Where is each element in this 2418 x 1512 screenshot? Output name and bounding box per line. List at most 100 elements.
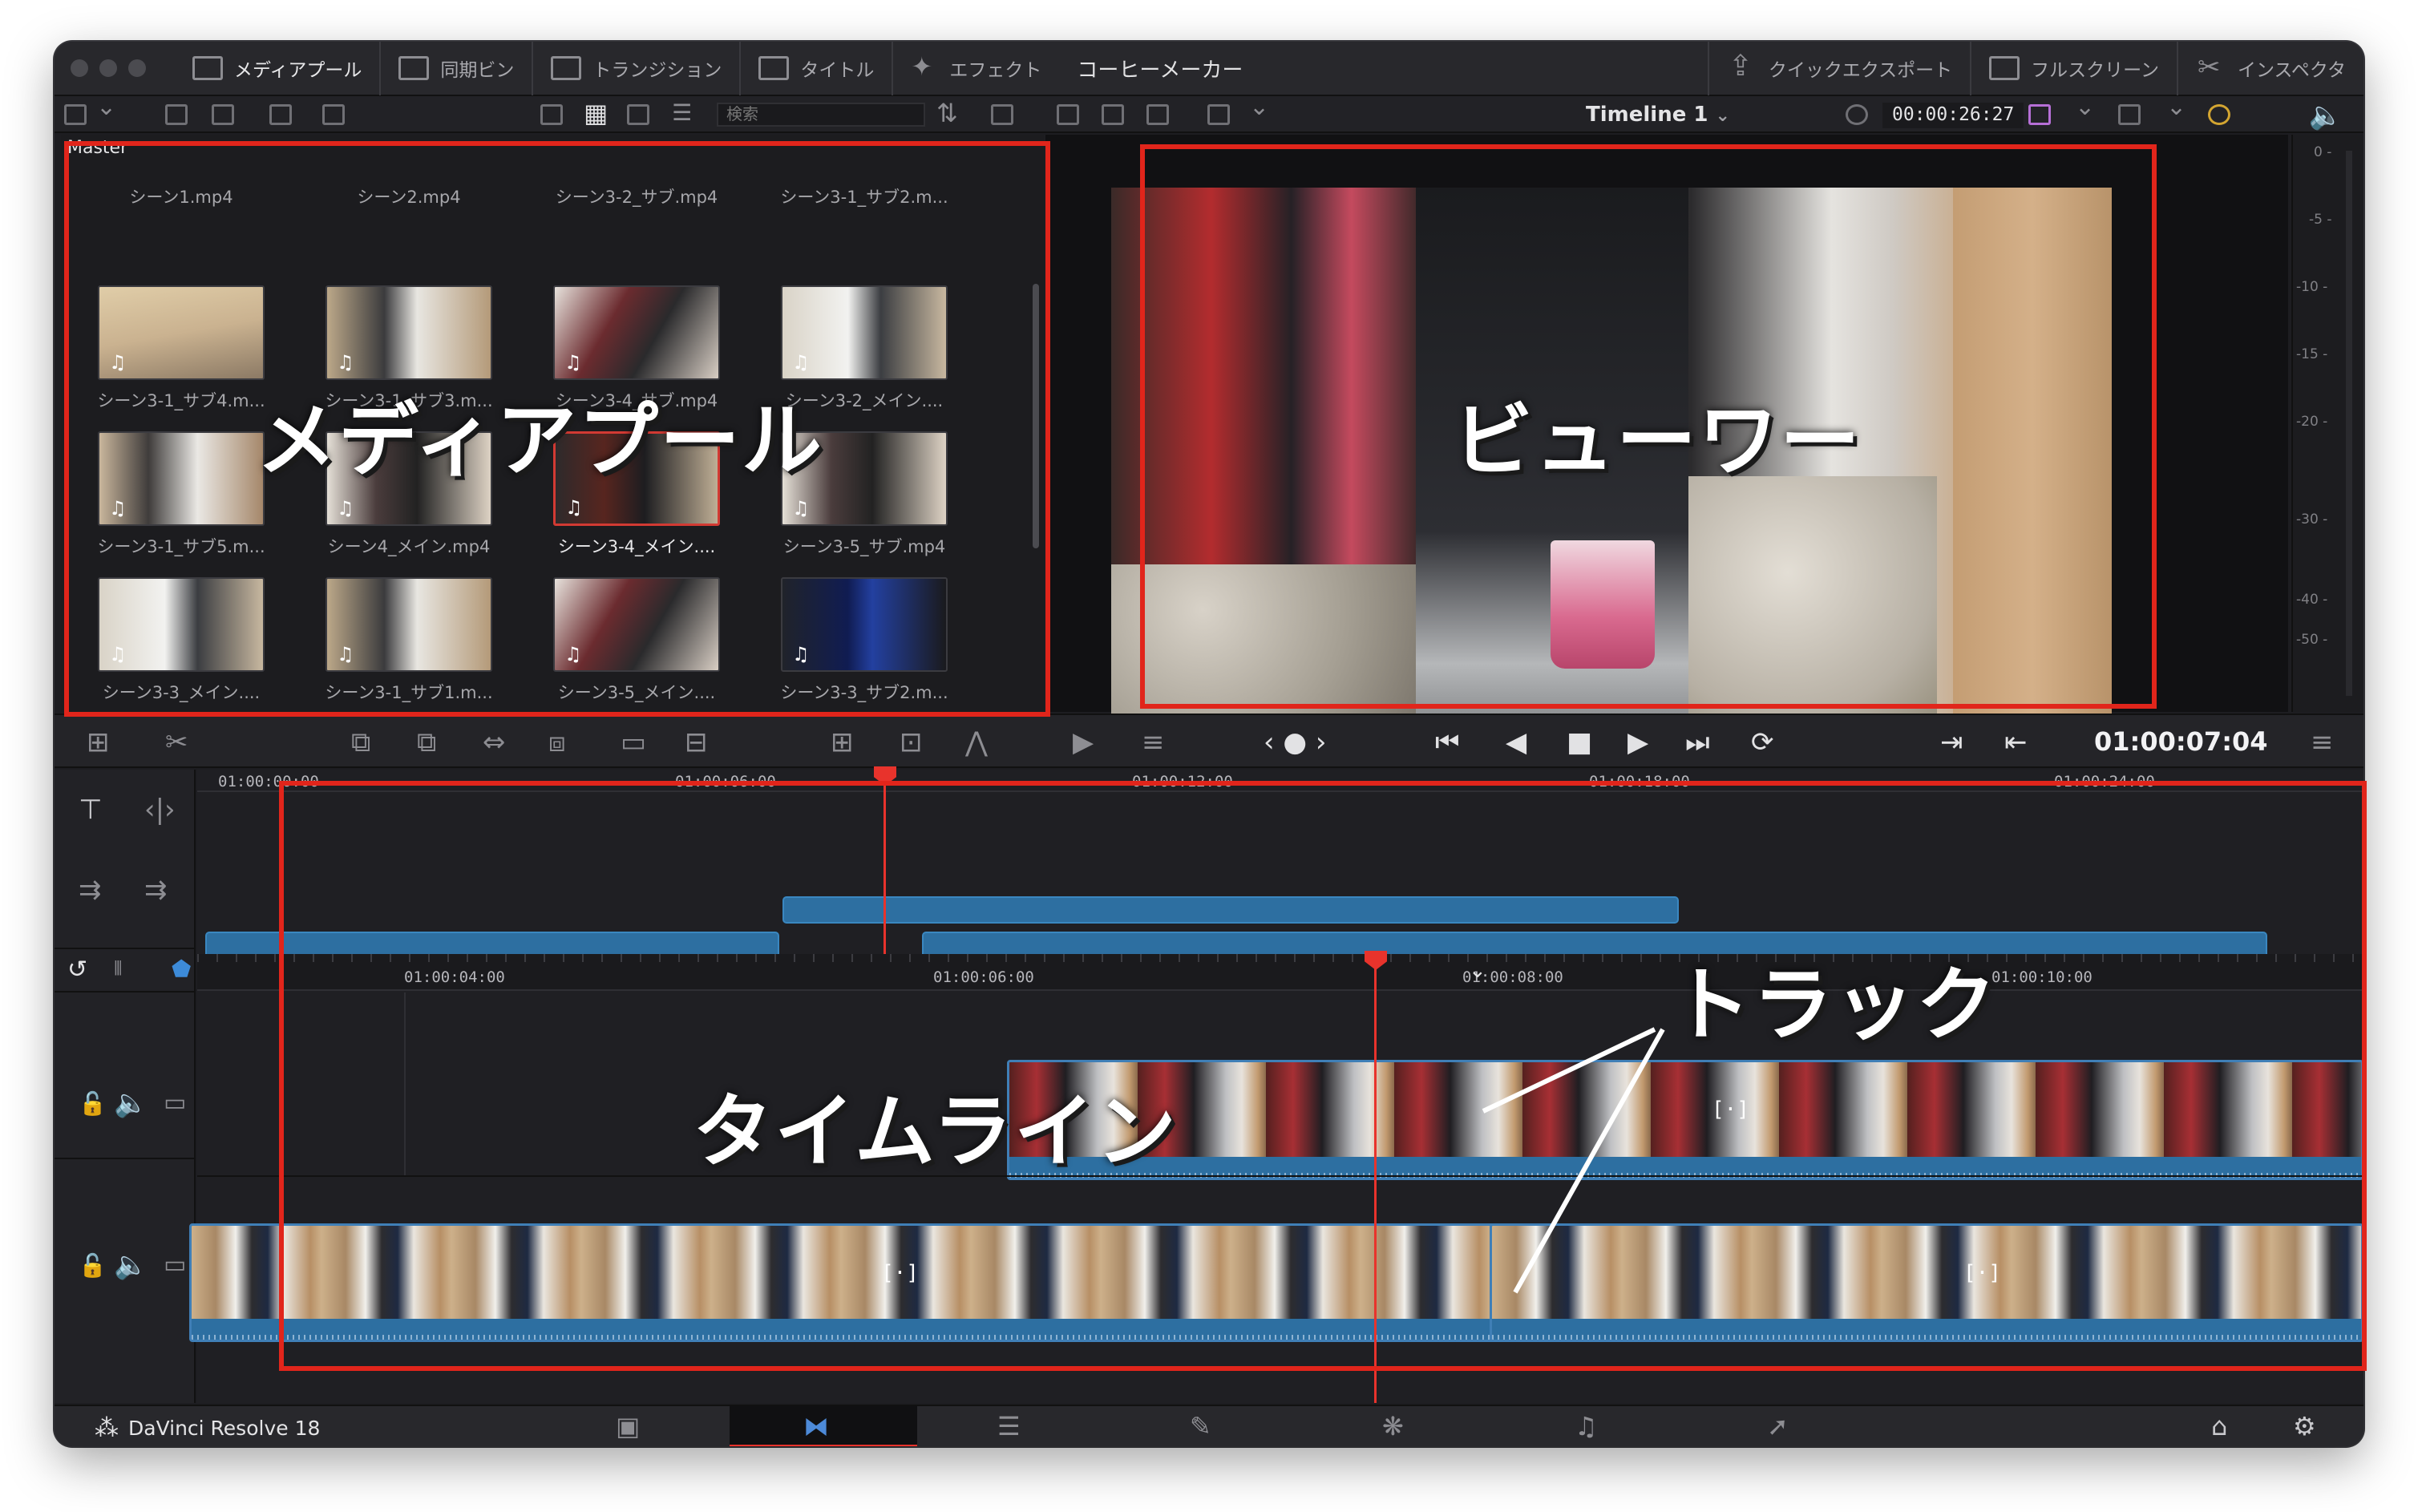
mark-in-icon[interactable]: ⇥	[1940, 726, 1963, 758]
lock-icon[interactable]: 🔓	[79, 1090, 107, 1117]
unlink-icon[interactable]	[322, 104, 345, 125]
export-icon	[1727, 50, 1757, 83]
app-brand: ⁂ DaVinci Resolve 18	[95, 1414, 320, 1442]
chevron-down-icon[interactable]	[2163, 93, 2186, 125]
search-input[interactable]	[717, 103, 925, 127]
titles-toggle[interactable]: タイトル	[741, 42, 894, 95]
deliver-page-icon[interactable]: ➚	[1767, 1411, 1789, 1441]
timeline-selector[interactable]: Timeline 1 ⌄	[1586, 103, 1730, 127]
zoom-detail-icon[interactable]: ‹|›	[144, 794, 176, 826]
edit-page-icon[interactable]: ☰	[997, 1411, 1021, 1441]
close-window-button[interactable]	[71, 59, 88, 77]
timeline-name-label: Timeline 1	[1586, 103, 1708, 127]
sidebar-toggle-icon[interactable]	[64, 104, 87, 125]
chevron-down-icon[interactable]	[1246, 93, 1269, 125]
title-icon	[758, 56, 790, 80]
go-to-end-icon[interactable]: ⏭	[1685, 726, 1710, 758]
speaker-icon[interactable]: 🔈	[114, 1087, 148, 1119]
quick-export-button[interactable]: クイックエクスポート	[1707, 42, 1972, 95]
sync-bin-toggle[interactable]: 同期ビン	[381, 42, 534, 95]
zoom-window-button[interactable]	[128, 59, 146, 77]
snooze-icon[interactable]: ⊞	[87, 726, 110, 758]
thumbnail-view-icon[interactable]	[584, 98, 608, 128]
speaker-icon[interactable]: 🔈	[114, 1249, 148, 1281]
gear-icon[interactable]: ⚙	[2293, 1411, 2316, 1441]
refresh-icon[interactable]	[991, 104, 1013, 125]
track-annotation: トラック	[1671, 958, 1998, 1052]
fullscreen-label: フルスクリーン	[2031, 60, 2159, 81]
timeline-view-options-icon[interactable]: ⊤	[79, 794, 103, 826]
ripple-overwrite-icon[interactable]: ⊟	[685, 726, 708, 758]
color-page-icon[interactable]: ❋	[1382, 1411, 1404, 1441]
fairlight-page-icon[interactable]: ♫	[1575, 1411, 1598, 1441]
video-track-toggle-icon[interactable]: ▭	[164, 1089, 186, 1117]
settings-sliders-icon[interactable]: ≡	[1142, 726, 1165, 758]
blade-icon[interactable]: ✂	[165, 726, 188, 758]
secondary-toolbar: Timeline 1 ⌄ 00:00:26:27 🔈	[55, 93, 2363, 133]
image-view-icon[interactable]	[1057, 104, 1079, 125]
track-height-icon[interactable]: ⇉	[144, 874, 168, 906]
timeline-highlight	[279, 781, 2367, 1371]
import-media-icon[interactable]	[165, 104, 188, 125]
new-bin-icon[interactable]	[212, 104, 234, 125]
meter-scale-label: -20 -	[2296, 414, 2328, 430]
loop-icon[interactable]: ⟳	[1751, 726, 1774, 758]
viewer-size-icon[interactable]	[1207, 104, 1230, 125]
sort-icon[interactable]	[936, 98, 959, 128]
viewer-annotation: ビューワー	[1453, 394, 1862, 487]
metadata-view-icon[interactable]	[540, 104, 563, 125]
effects-toggle[interactable]: エフェクト	[893, 42, 1059, 95]
fullscreen-button[interactable]: フルスクリーン	[1971, 42, 2178, 95]
append-icon[interactable]: ⊡	[900, 726, 923, 758]
jog-control-icon[interactable]: ‹ ● ›	[1264, 726, 1326, 758]
place-on-top-icon[interactable]: ▭	[621, 726, 646, 758]
color-wheel-icon[interactable]	[2208, 104, 2230, 125]
marker-icon[interactable]: ⬟	[172, 956, 191, 982]
transform-icon[interactable]	[2118, 104, 2141, 125]
lock-icon[interactable]: 🔓	[79, 1252, 107, 1279]
sync-bin-icon	[398, 56, 430, 80]
fusion-page-icon[interactable]: ✎	[1190, 1411, 1211, 1441]
list-view-icon[interactable]	[672, 99, 694, 126]
play-reverse-icon[interactable]: ◀	[1506, 726, 1526, 758]
mark-out-icon[interactable]: ⇤	[2004, 726, 2028, 758]
cut-page-icon[interactable]: ⧓	[803, 1411, 829, 1441]
play-icon[interactable]: ▶	[1628, 726, 1648, 758]
meter-scale-label: -50 -	[2296, 632, 2328, 648]
stop-icon[interactable]: ■	[1567, 726, 1592, 758]
camera-icon[interactable]	[2028, 104, 2051, 125]
transitions-toggle[interactable]: トランジション	[533, 42, 742, 95]
media-page-icon[interactable]: ▣	[616, 1411, 640, 1441]
sync-bin-label: 同期ビン	[440, 60, 515, 81]
inspector-toggle[interactable]: インスペクタ	[2178, 42, 2363, 95]
overwrite-clip-icon[interactable]: ⧉	[417, 726, 436, 758]
clock-icon	[1846, 104, 1868, 125]
snap-icon[interactable]: ↺	[67, 956, 87, 984]
home-icon[interactable]: ⌂	[2211, 1411, 2227, 1441]
chevron-down-icon[interactable]	[2072, 93, 2095, 125]
film-strip-icon[interactable]	[1102, 104, 1124, 125]
go-to-start-icon[interactable]: ⏮	[1435, 726, 1460, 758]
meter-scale-label: -40 -	[2296, 592, 2328, 608]
chevron-down-icon[interactable]	[93, 93, 116, 125]
divider	[55, 991, 196, 993]
menu-icon[interactable]: ≡	[2311, 726, 2334, 758]
speaker-icon[interactable]: 🔈	[2309, 99, 2343, 131]
close-up-icon[interactable]: ⊞	[831, 726, 854, 758]
relink-icon[interactable]	[269, 104, 292, 125]
transitions-label: トランジション	[592, 60, 722, 81]
media-pool-toggle[interactable]: メディアプール	[175, 42, 382, 95]
replace-clip-icon[interactable]: ⇔	[483, 726, 506, 758]
minimize-window-button[interactable]	[99, 59, 117, 77]
effects-icon	[911, 51, 938, 82]
playback-mode-icon[interactable]: ▶	[1073, 726, 1094, 758]
audio-scrub-icon[interactable]: ⦀	[114, 957, 123, 980]
quick-export-label: クイックエクスポート	[1768, 60, 1953, 81]
strip-view-icon[interactable]	[627, 104, 649, 125]
video-track-toggle-icon[interactable]: ▭	[164, 1251, 186, 1279]
layout-icon[interactable]	[1146, 104, 1169, 125]
track-height-icon[interactable]: ⇉	[79, 874, 102, 906]
insert-clip-icon[interactable]: ⧉	[351, 726, 370, 758]
fit-to-fill-icon[interactable]: ⧈	[548, 726, 566, 758]
source-overwrite-icon[interactable]: ⋀	[965, 726, 988, 758]
